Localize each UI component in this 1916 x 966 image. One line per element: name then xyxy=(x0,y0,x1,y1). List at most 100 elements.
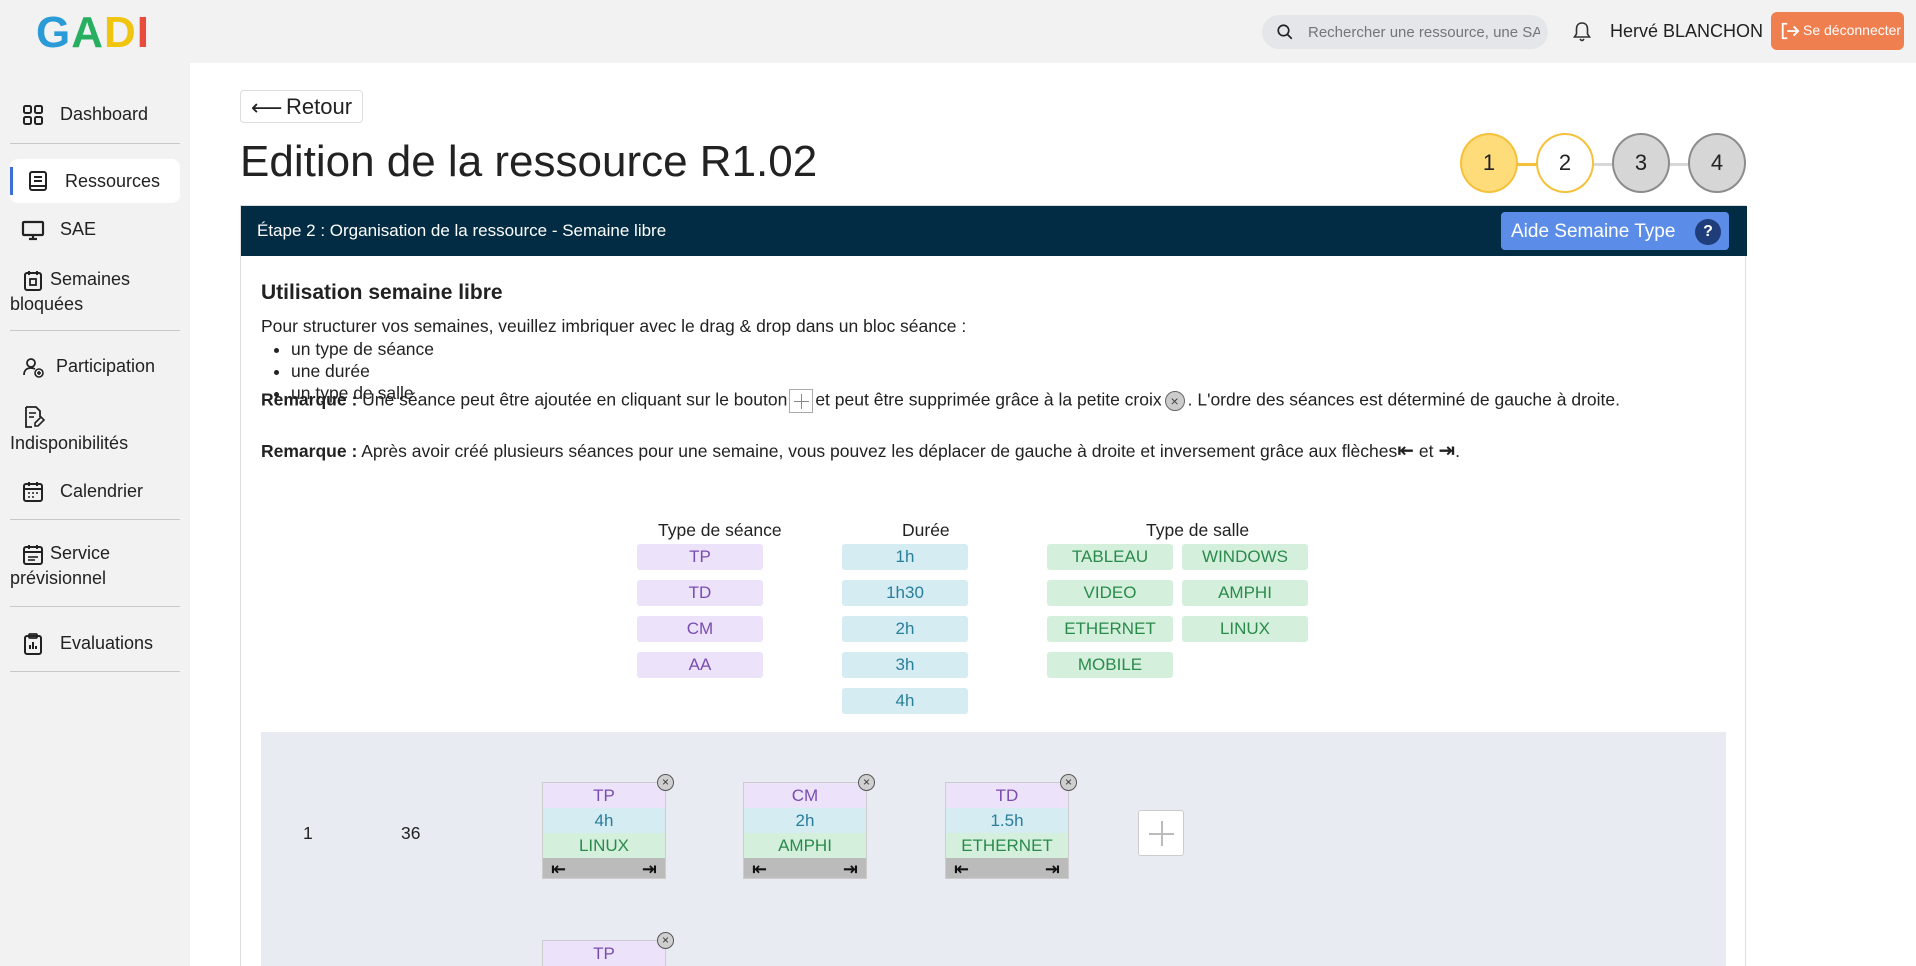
session-controls: ⇤ ⇥ xyxy=(543,858,665,879)
sidebar-item-calendrier[interactable]: Calendrier xyxy=(10,473,180,511)
chip-seance-tp[interactable]: TP xyxy=(637,544,763,570)
close-icon[interactable]: × xyxy=(657,774,674,791)
search-bar xyxy=(1262,15,1548,49)
sidebar: Dashboard Ressources SAE Semaines bloqué… xyxy=(0,63,190,966)
user-name[interactable]: Hervé BLANCHON xyxy=(1610,21,1763,42)
close-circle-icon: × xyxy=(1164,391,1185,411)
chip-seance-td[interactable]: TD xyxy=(637,580,763,606)
stepper: 1 2 3 4 xyxy=(1460,133,1760,195)
chip-seance-cm[interactable]: CM xyxy=(637,616,763,642)
dashboard-icon xyxy=(23,105,43,125)
search-input[interactable] xyxy=(1308,21,1540,43)
chip-salle-video[interactable]: VIDEO xyxy=(1047,580,1173,606)
duree-header: Durée xyxy=(902,520,950,540)
close-icon[interactable]: × xyxy=(657,932,674,949)
remark-add-remove: Remarque : Une séance peut être ajoutée … xyxy=(261,389,1620,413)
chip-salle-mobile[interactable]: MOBILE xyxy=(1047,652,1173,678)
move-left-icon[interactable]: ⇤ xyxy=(954,857,969,882)
move-right-icon[interactable]: ⇥ xyxy=(642,857,657,882)
step-1[interactable]: 1 xyxy=(1460,133,1518,193)
sidebar-divider xyxy=(10,143,180,144)
session-room: ETHERNET xyxy=(946,833,1068,858)
chip-duree-1h30[interactable]: 1h30 xyxy=(842,580,968,606)
sidebar-item-ressources[interactable]: Ressources xyxy=(10,159,180,203)
list-item: un type de séance xyxy=(291,338,434,360)
chip-seance-aa[interactable]: AA xyxy=(637,652,763,678)
user-add-icon xyxy=(23,358,44,378)
session-duration: 1.5h xyxy=(946,808,1068,833)
blocked-calendar-icon xyxy=(24,271,42,291)
chip-salle-amphi[interactable]: AMPHI xyxy=(1182,580,1308,606)
logout-icon xyxy=(1781,22,1800,40)
sidebar-divider xyxy=(10,330,180,331)
chip-duree-2h[interactable]: 2h xyxy=(842,616,968,642)
sidebar-item-sae[interactable]: SAE xyxy=(10,211,180,249)
session-room: AMPHI xyxy=(744,833,866,858)
calendar-icon xyxy=(23,482,43,502)
move-right-icon[interactable]: ⇥ xyxy=(1045,857,1060,882)
sidebar-item-dashboard[interactable]: Dashboard xyxy=(10,95,180,135)
session-controls: ⇤ ⇥ xyxy=(744,858,866,879)
logout-button[interactable]: Se déconnecter xyxy=(1771,12,1904,50)
document-edit-icon xyxy=(25,406,45,428)
sidebar-item-indisponibilites[interactable]: Indisponibilités xyxy=(10,403,180,457)
section-title: Utilisation semaine libre xyxy=(261,281,503,304)
step-4[interactable]: 4 xyxy=(1688,133,1746,193)
chip-duree-1h[interactable]: 1h xyxy=(842,544,968,570)
sidebar-item-evaluations[interactable]: Evaluations xyxy=(10,625,180,663)
sidebar-item-semaines-bloquees[interactable]: Semaines bloquées xyxy=(10,267,180,321)
sidebar-divider xyxy=(10,519,180,520)
gadi-logo[interactable]: GADI xyxy=(36,8,150,58)
move-left-icon[interactable]: ⇤ xyxy=(551,857,566,882)
close-icon[interactable]: × xyxy=(1060,774,1077,791)
session-room: LINUX xyxy=(543,833,665,858)
arrow-to-left-icon: ⇤ xyxy=(1397,440,1414,462)
salle-type-header: Type de salle xyxy=(1146,520,1250,540)
card-header: Étape 2 : Organisation de la ressource -… xyxy=(241,206,1747,256)
session-duration: 4h xyxy=(543,808,665,833)
list-item: une durée xyxy=(291,360,434,382)
plus-icon xyxy=(789,389,814,413)
week-number: 36 xyxy=(401,823,421,843)
step-card: Étape 2 : Organisation de la ressource -… xyxy=(240,205,1747,966)
session-controls: ⇤ ⇥ xyxy=(946,858,1068,879)
chip-salle-linux[interactable]: LINUX xyxy=(1182,616,1308,642)
chip-salle-tableau[interactable]: TABLEAU xyxy=(1047,544,1173,570)
session-type: TP xyxy=(543,783,665,808)
close-icon[interactable]: × xyxy=(858,774,875,791)
session-block[interactable]: × TP 4h LINUX ⇤ ⇥ xyxy=(542,774,674,879)
back-button[interactable]: ⟵ Retour xyxy=(240,90,363,123)
page-title: Edition de la ressource R1.02 xyxy=(240,137,818,186)
question-icon: ? xyxy=(1695,219,1721,245)
arrow-left-icon: ⟵ xyxy=(251,95,283,120)
top-bar: GADI Hervé BLANCHON Se déconnecter xyxy=(0,0,1916,63)
move-left-icon[interactable]: ⇤ xyxy=(752,857,767,882)
session-type: TD xyxy=(946,783,1068,808)
bell-icon[interactable] xyxy=(1570,20,1594,44)
chip-salle-windows[interactable]: WINDOWS xyxy=(1182,544,1308,570)
monitor-icon xyxy=(21,220,45,241)
seance-type-header: Type de séance xyxy=(658,520,782,540)
add-session-button[interactable] xyxy=(1138,810,1184,856)
session-block[interactable]: × TD 1.5h ETHERNET ⇤ ⇥ xyxy=(945,774,1077,879)
intro-text: Pour structurer vos semaines, veuillez i… xyxy=(261,316,967,336)
card-header-title: Étape 2 : Organisation de la ressource -… xyxy=(257,221,667,240)
step-3[interactable]: 3 xyxy=(1612,133,1670,193)
chip-duree-3h[interactable]: 3h xyxy=(842,652,968,678)
step-2[interactable]: 2 xyxy=(1536,133,1594,193)
sidebar-item-service-previsionnel[interactable]: Service prévisionnel xyxy=(10,541,180,595)
search-icon xyxy=(1277,24,1293,40)
session-type: CM xyxy=(744,783,866,808)
clipboard-icon xyxy=(24,633,42,655)
help-week-type-button[interactable]: Aide Semaine Type ? xyxy=(1501,212,1729,250)
move-right-icon[interactable]: ⇥ xyxy=(843,857,858,882)
week-index: 1 xyxy=(303,823,313,843)
chip-duree-4h[interactable]: 4h xyxy=(842,688,968,714)
chip-salle-ethernet[interactable]: ETHERNET xyxy=(1047,616,1173,642)
weeks-area: 1 36 × TP 4h LINUX ⇤ ⇥ × CM 2h AMPHI ⇤ ⇥ xyxy=(261,732,1726,966)
sidebar-divider xyxy=(10,606,180,607)
session-block[interactable]: × TP xyxy=(542,932,674,966)
session-block[interactable]: × CM 2h AMPHI ⇤ ⇥ xyxy=(743,774,875,879)
sidebar-item-participation[interactable]: Participation xyxy=(10,348,180,386)
main-content: ⟵ Retour Edition de la ressource R1.02 1… xyxy=(190,63,1916,966)
